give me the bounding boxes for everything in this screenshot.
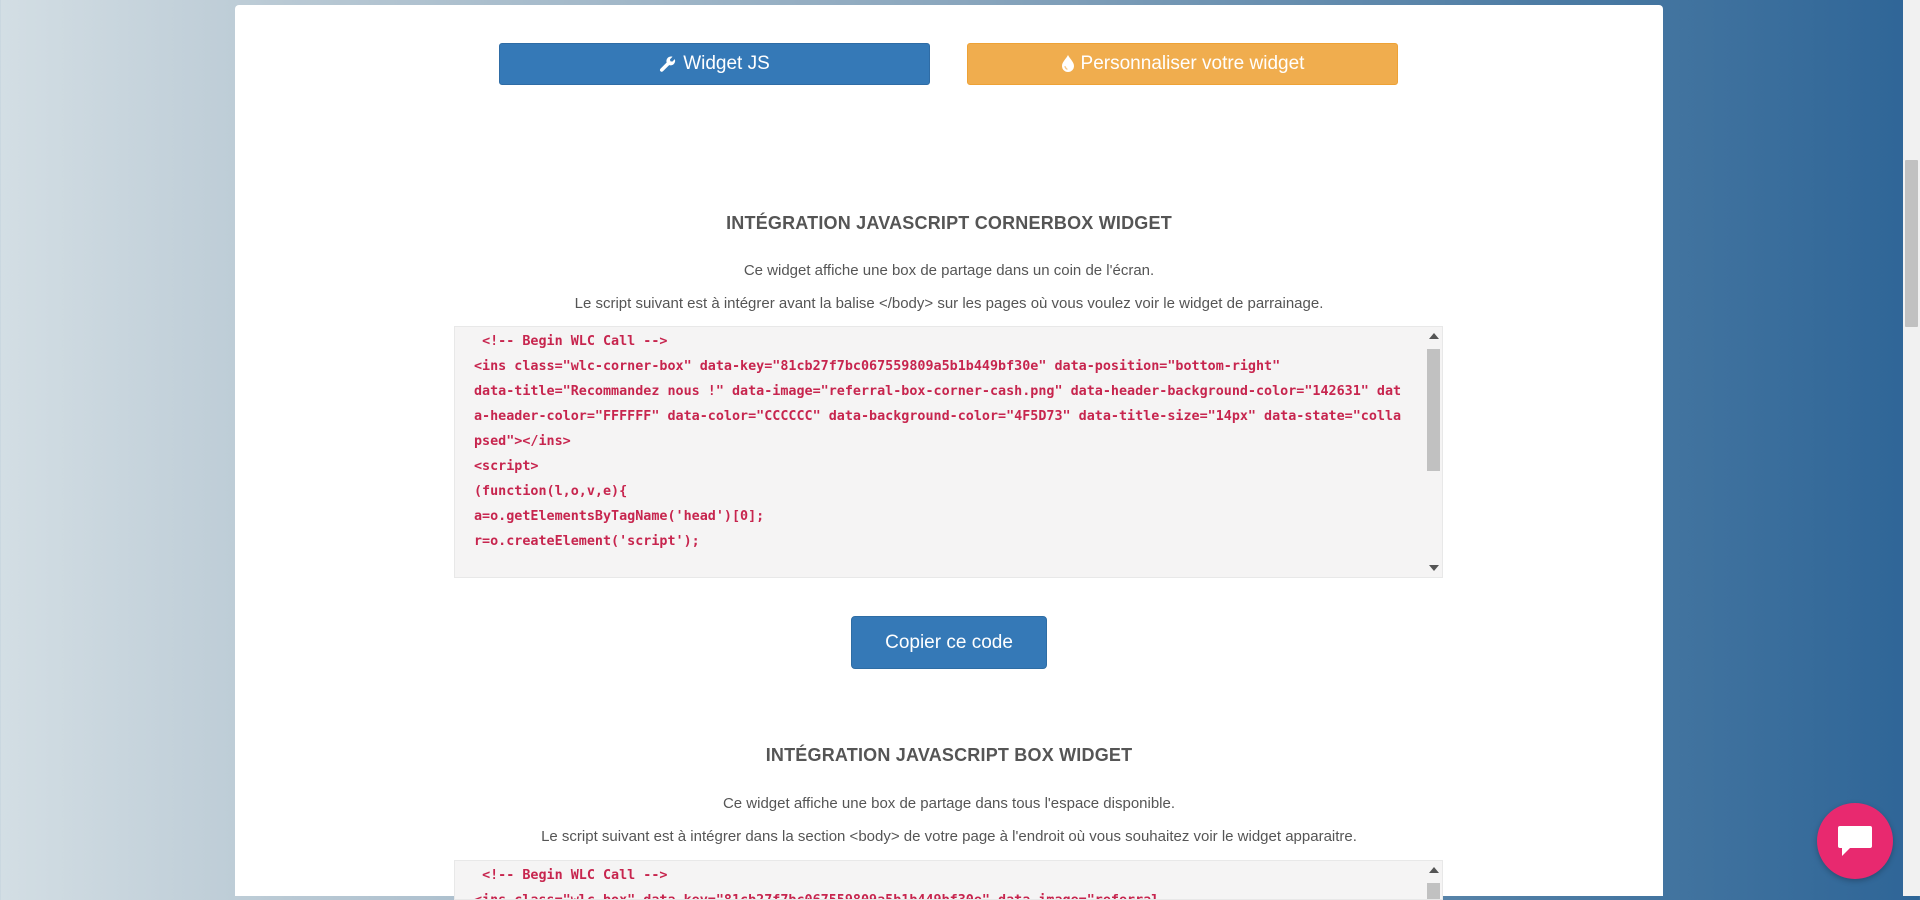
cornerbox-code-block[interactable]: <!-- Begin WLC Call --> <ins class="wlc-… xyxy=(454,326,1443,578)
box-scroll-up-arrow-icon[interactable] xyxy=(1429,867,1439,873)
main-card: Widget JS Personnaliser votre widget INT… xyxy=(235,5,1663,900)
box-code-block[interactable]: <!-- Begin WLC Call --> <ins class="wlc-… xyxy=(454,860,1443,900)
chat-icon xyxy=(1838,826,1872,856)
box-code-scrollbar[interactable] xyxy=(1425,861,1442,899)
widget-js-button[interactable]: Widget JS xyxy=(499,43,930,85)
tint-icon xyxy=(1061,55,1074,72)
box-description: Ce widget affiche une box de partage dan… xyxy=(722,795,1176,812)
box-code-scroll-thumb[interactable] xyxy=(1427,883,1440,899)
box-instructions: Le script suivant est à intégrer dans la… xyxy=(541,828,1357,845)
cornerbox-section-title: INTÉGRATION JAVASCRIPT CORNERBOX WIDGET xyxy=(726,213,1172,233)
chat-button[interactable] xyxy=(1817,803,1893,879)
cornerbox-instructions: Le script suivant est à intégrer avant l… xyxy=(574,295,1324,312)
customize-widget-button[interactable]: Personnaliser votre widget xyxy=(967,43,1398,85)
code-scrollbar[interactable] xyxy=(1425,327,1442,577)
widget-js-label: Widget JS xyxy=(683,53,770,74)
code-scroll-thumb[interactable] xyxy=(1427,349,1440,471)
page-scroll-thumb[interactable] xyxy=(1905,160,1918,327)
box-section-title: INTÉGRATION JAVASCRIPT BOX WIDGET xyxy=(765,745,1133,765)
cornerbox-description: Ce widget affiche une box de partage dan… xyxy=(743,262,1155,279)
scroll-up-arrow-icon[interactable] xyxy=(1429,333,1439,339)
box-code-text: <!-- Begin WLC Call --> <ins class="wlc-… xyxy=(474,868,1159,899)
customize-widget-label: Personnaliser votre widget xyxy=(1080,53,1305,74)
cornerbox-code-text: <!-- Begin WLC Call --> <ins class="wlc-… xyxy=(474,334,1402,549)
wrench-icon xyxy=(660,56,676,72)
copy-code-button[interactable]: Copier ce code xyxy=(851,616,1047,669)
page-scrollbar[interactable] xyxy=(1903,0,1920,896)
scroll-down-arrow-icon[interactable] xyxy=(1429,565,1439,571)
